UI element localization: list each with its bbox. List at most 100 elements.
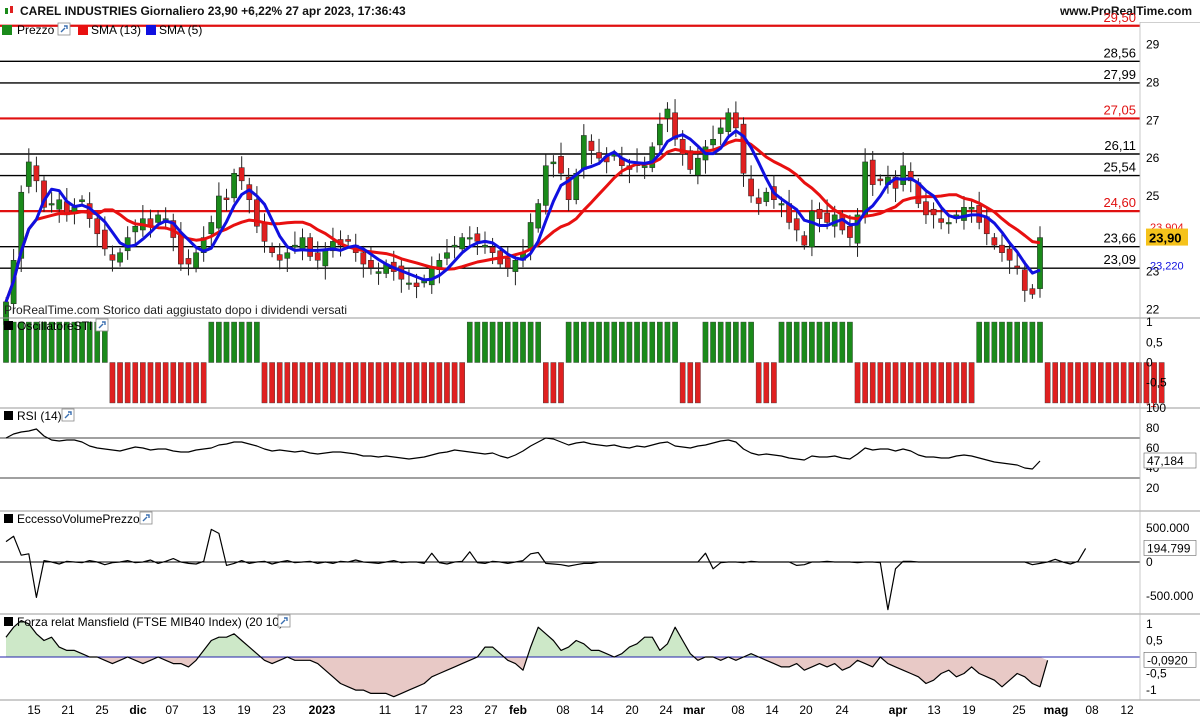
ev-settings-icon[interactable] [139, 511, 153, 525]
x-tick-label: mar [683, 703, 705, 717]
sti-bar [1060, 362, 1066, 404]
sti-bar [1052, 362, 1059, 404]
x-tick-label: 20 [625, 703, 639, 717]
indicator-tick: 100 [1146, 401, 1166, 415]
candle [512, 260, 519, 272]
candle [101, 229, 108, 250]
rsi-settings-icon[interactable] [61, 408, 75, 422]
sti-title: OscillatoreSTI [17, 319, 92, 333]
sti-bar [641, 321, 648, 363]
sti-bar [185, 362, 192, 404]
sti-swatch [4, 321, 13, 330]
price-tick: 27 [1146, 113, 1160, 127]
indicator-last-label: 47,184 [1147, 454, 1184, 468]
sti-bar [1014, 321, 1020, 363]
indicator-tick: 80 [1146, 421, 1160, 435]
x-tick-label: 19 [237, 703, 251, 717]
sti-settings-icon[interactable] [95, 318, 109, 332]
legend-price-swatch [2, 25, 12, 35]
sti-bar [383, 362, 389, 404]
price-last-label: 23,90 [1149, 231, 1182, 246]
indicator-tick: -1 [1146, 683, 1157, 697]
sti-bar [847, 321, 853, 363]
indicator-tick: 500.000 [1146, 521, 1190, 535]
candle [276, 254, 283, 261]
sti-bar [892, 362, 899, 404]
price-settings-icon[interactable] [57, 22, 71, 36]
sti-bar [284, 362, 291, 404]
x-tick-label: 11 [379, 703, 392, 717]
candle [748, 178, 754, 197]
candle [1029, 288, 1036, 295]
indicator-tick: -500.000 [1146, 589, 1194, 603]
sti-bar [1113, 362, 1119, 404]
level-label: 24,60 [1103, 195, 1136, 210]
indicator-title: Forza relat Mansfield (FTSE MIB40 Index)… [17, 615, 283, 629]
x-tick-label: 24 [659, 703, 673, 717]
sti-bar [1006, 321, 1013, 363]
legend-sma13-swatch [78, 25, 88, 35]
sti-bar [413, 362, 420, 404]
sti-bar [246, 321, 253, 363]
sti-bar [307, 362, 313, 404]
candle [155, 214, 161, 223]
level-label: 28,56 [1103, 45, 1136, 60]
candle [725, 112, 732, 132]
sti-bar [269, 362, 275, 404]
sti-bar [314, 362, 321, 404]
candle [961, 207, 967, 221]
sti-bar [421, 362, 427, 404]
sti-bar [634, 321, 640, 363]
sti-bar [223, 321, 230, 363]
candle [733, 112, 739, 129]
sti-bar [147, 362, 154, 404]
indicator-swatch [4, 411, 13, 420]
x-tick-label: 12 [1120, 703, 1134, 717]
x-tick-label: 15 [27, 703, 41, 717]
level-label: 23,66 [1103, 231, 1136, 246]
x-tick-label: 25 [1012, 703, 1026, 717]
indicator-tick: 0 [1146, 555, 1153, 569]
candle [588, 140, 595, 151]
sti-bar [869, 362, 876, 404]
indicator-tick: 1 [1146, 617, 1153, 631]
chart-area[interactable]: 29,50 28,56 27,99 27,05 26,11 25,54 24,60 23,66… [0, 0, 1200, 720]
sti-bar [626, 321, 633, 363]
indicator-tick: 20 [1146, 481, 1160, 495]
candle [657, 123, 663, 146]
legend-sma5: SMA (5) [159, 23, 202, 37]
candle [763, 191, 770, 202]
x-tick-label: 17 [414, 703, 428, 717]
x-tick-label: 21 [61, 703, 75, 717]
legend-sma13: SMA (13) [91, 23, 141, 37]
candle [459, 237, 466, 250]
sti-bar [322, 362, 329, 404]
sti-bar [170, 362, 177, 404]
sti-bar [968, 362, 975, 404]
x-tick-label: 27 [484, 703, 498, 717]
sti-bar [474, 321, 481, 363]
sti-bar [520, 321, 526, 363]
sti-bar [831, 321, 838, 363]
sti-bar [603, 321, 610, 363]
candle [48, 203, 55, 206]
candle [717, 127, 724, 134]
sti-bar [231, 321, 237, 363]
sti-bar [1067, 362, 1074, 404]
sti-bar [193, 362, 199, 404]
mansfield-settings-icon[interactable] [277, 614, 291, 628]
candle [740, 123, 747, 174]
sti-tick: -0,5 [1146, 376, 1167, 390]
sti-bar [611, 321, 618, 363]
watermark: ProRealTime.com Storico dati aggiustato … [4, 303, 347, 317]
candle [307, 237, 313, 257]
candle [542, 165, 549, 206]
sti-bar [482, 321, 488, 363]
sti-bar [1037, 321, 1043, 363]
indicator-swatch [4, 514, 13, 523]
sti-bar [740, 321, 747, 363]
candle [56, 199, 63, 210]
sti-bar [657, 321, 663, 363]
price-panel[interactable] [0, 22, 1140, 317]
candle [596, 152, 602, 159]
